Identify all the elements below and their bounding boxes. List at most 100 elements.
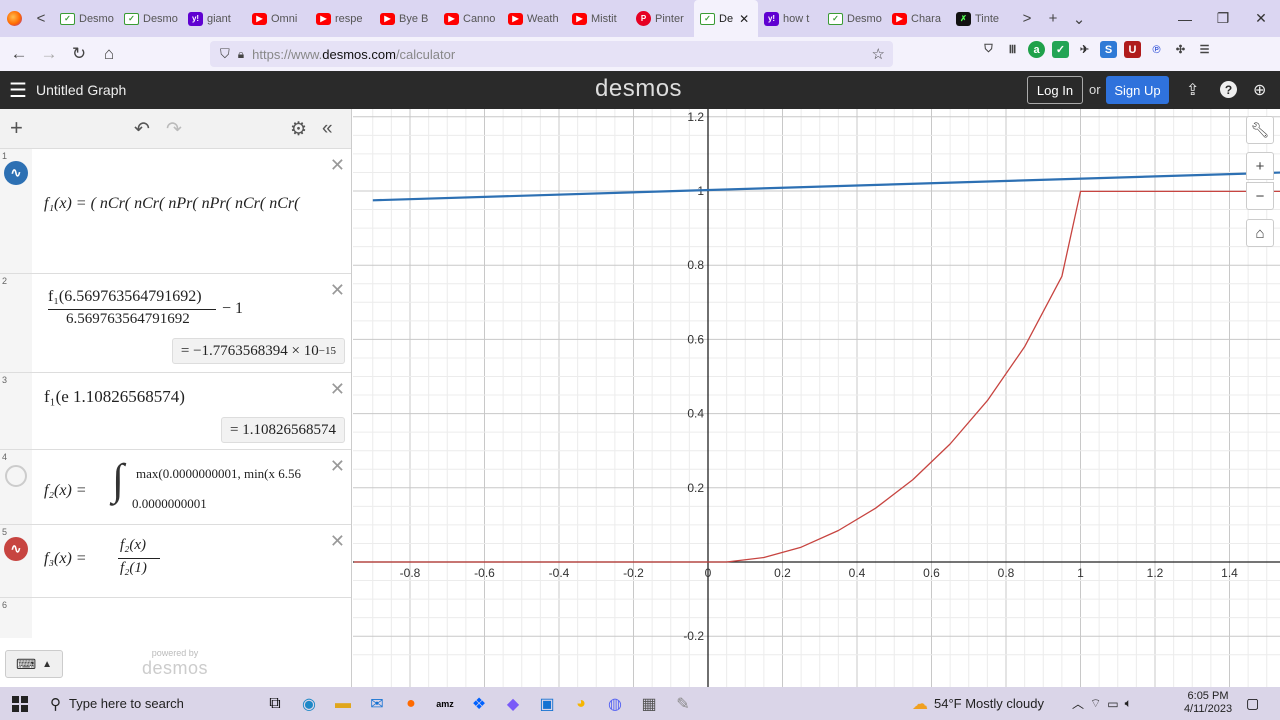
store-icon[interactable]: ▣: [530, 687, 564, 720]
browser-tab[interactable]: ▶ Bye B: [374, 0, 438, 37]
browser-tab[interactable]: y! how t: [758, 0, 822, 37]
expression-row-2[interactable]: 2 f₁(6.569763564791692) 6.56976356479169…: [0, 274, 351, 373]
discord-icon[interactable]: ◍: [598, 687, 632, 720]
browser-tab[interactable]: ▶ Chara: [886, 0, 950, 37]
add-item-icon[interactable]: +: [10, 115, 23, 141]
battery-icon[interactable]: ▭: [1107, 697, 1118, 711]
default-viewport-icon[interactable]: ⌂: [1246, 219, 1274, 247]
delete-expression-icon[interactable]: ✕: [330, 155, 345, 176]
chevron-up-icon[interactable]: ︿: [1072, 695, 1084, 712]
check-extension-icon[interactable]: ✓: [1052, 41, 1069, 58]
dropbox-icon[interactable]: ❖: [462, 687, 496, 720]
task-view-icon[interactable]: ⧉: [258, 687, 292, 720]
browser-tab[interactable]: ▶ Omni: [246, 0, 310, 37]
or-label: or: [1089, 82, 1101, 97]
amazon-icon[interactable]: amz: [428, 687, 462, 720]
browser-tab[interactable]: ▶ Canno: [438, 0, 502, 37]
log-in-button[interactable]: Log In: [1027, 76, 1083, 104]
url-bar[interactable]: ⛉ 🔒︎ https://www. desmos.com/calculator ☆: [210, 41, 893, 67]
menu-icon[interactable]: ☰: [0, 78, 36, 103]
expression-row-4[interactable]: 4 f₂(x) = ∫ max(0.0000000001, min(x 6.56…: [0, 450, 351, 525]
settings-gear-icon[interactable]: ⚙: [290, 118, 307, 141]
graph-title[interactable]: Untitled Graph: [36, 82, 126, 98]
file-explorer-icon[interactable]: ▬: [326, 687, 360, 720]
browser-tab[interactable]: ▶ Mistit: [566, 0, 630, 37]
network-icon[interactable]: ⌔: [1090, 696, 1101, 711]
collapse-panel-icon[interactable]: «: [322, 118, 333, 140]
wave-icon[interactable]: ∿: [4, 537, 28, 561]
mail-icon[interactable]: ✉: [360, 687, 394, 720]
p-extension-icon[interactable]: ℗: [1148, 41, 1165, 58]
wrench-icon[interactable]: 🔧︎: [1246, 116, 1274, 144]
hidden-circle-icon[interactable]: [5, 465, 27, 487]
browser-tab[interactable]: ▶ respe: [310, 0, 374, 37]
browser-tab[interactable]: ✗ Tinte: [950, 0, 1014, 37]
calculator-icon[interactable]: ▦: [632, 687, 666, 720]
browser-tab[interactable]: ✓ Desmo: [822, 0, 886, 37]
window-close-button[interactable]: ✕: [1242, 10, 1280, 27]
paint-icon[interactable]: ✎: [666, 687, 700, 720]
youtube-favicon-icon: ▶: [508, 12, 523, 25]
browser-tab[interactable]: ✓ De ✕: [694, 0, 758, 37]
keypad-toggle-button[interactable]: ⌨ ▲: [5, 650, 63, 678]
new-tab-button[interactable]: +: [1040, 10, 1066, 27]
taskbar-clock[interactable]: 6:05 PM 4/11/2023: [1178, 690, 1238, 716]
ublock-icon[interactable]: U: [1124, 41, 1141, 58]
windows-start-icon[interactable]: [0, 695, 40, 712]
expression-row-5[interactable]: 5 ∿ f₃(x) = f₂(x) f₂(1) ✕: [0, 525, 351, 598]
wave-icon[interactable]: ∿: [4, 161, 28, 185]
app-icon[interactable]: ◆: [496, 687, 530, 720]
browser-tab[interactable]: ▶ Weath: [502, 0, 566, 37]
graph-paper[interactable]: -0.8 -0.6 -0.4 -0.2 0 0.2 0.4 0.6 0.8 1 1.2 1.4 -0.2…: [353, 109, 1280, 687]
sign-up-button[interactable]: Sign Up: [1106, 76, 1169, 104]
norton-icon[interactable]: ◕: [564, 687, 598, 720]
browser-tab[interactable]: y! giant: [182, 0, 246, 37]
minimize-button[interactable]: —: [1166, 11, 1204, 27]
weather-text[interactable]: 54°F Mostly cloudy: [934, 696, 1044, 711]
tab-scroll-right-button[interactable]: >: [1014, 10, 1040, 27]
back-arrow-icon[interactable]: ←: [4, 44, 34, 64]
reload-icon[interactable]: ↻: [64, 44, 94, 64]
s-extension-icon[interactable]: S: [1100, 41, 1117, 58]
notification-icon[interactable]: ▢: [1246, 695, 1259, 712]
bookmark-star-icon[interactable]: ☆: [872, 45, 885, 63]
restore-button[interactable]: ❐: [1204, 10, 1242, 27]
expression-row-1[interactable]: 1 ∿ f₁(x) = ( nCr( nCr( nPr( nPr( nCr( n…: [0, 149, 351, 274]
firefox-menu-icon[interactable]: [0, 0, 28, 37]
undo-icon[interactable]: ↶: [134, 118, 150, 141]
help-icon[interactable]: ?: [1220, 81, 1237, 98]
redo-icon[interactable]: ↷: [166, 118, 182, 141]
zoom-out-icon[interactable]: −: [1246, 182, 1274, 210]
browser-tab[interactable]: ✓ Desmo: [118, 0, 182, 37]
delete-expression-icon[interactable]: ✕: [330, 531, 345, 552]
extension-icon[interactable]: ✈: [1076, 41, 1093, 58]
taskbar-search-box[interactable]: ⚲ Type here to search: [40, 687, 258, 720]
tab-scroll-left-button[interactable]: <: [28, 10, 54, 27]
delete-expression-icon[interactable]: ✕: [330, 379, 345, 400]
tab-label: Omni: [271, 12, 298, 25]
expression-row-6[interactable]: 6: [0, 598, 351, 638]
puzzle-icon[interactable]: ✣: [1172, 41, 1189, 58]
share-icon[interactable]: ⇪: [1186, 80, 1199, 100]
globe-icon[interactable]: ⊕: [1253, 80, 1266, 100]
app-menu-icon[interactable]: ☰: [1196, 41, 1213, 58]
pocket-icon[interactable]: ⛉: [980, 41, 997, 58]
firefox-taskbar-icon[interactable]: ●: [394, 687, 428, 720]
windows-taskbar: ⚲ Type here to search ⧉ ◉ ▬ ✉ ● amz ❖ ◆ ▣…: [0, 687, 1280, 720]
browser-tab[interactable]: P Pinter: [630, 0, 694, 37]
delete-expression-icon[interactable]: ✕: [330, 456, 345, 477]
graph-canvas[interactable]: -0.8 -0.6 -0.4 -0.2 0 0.2 0.4 0.6 0.8 1 1.2 1.4 -0.2…: [353, 109, 1280, 687]
list-tabs-button[interactable]: ⌄: [1066, 10, 1092, 28]
amazon-assistant-icon[interactable]: a: [1028, 41, 1045, 58]
edge-icon[interactable]: ◉: [292, 687, 326, 720]
home-icon[interactable]: ⌂: [94, 44, 124, 64]
delete-expression-icon[interactable]: ✕: [330, 280, 345, 301]
powered-by-desmos[interactable]: powered by desmos: [142, 648, 208, 679]
forward-arrow-icon[interactable]: →: [34, 44, 64, 64]
expression-row-3[interactable]: 3 f₁(e 1.10826568574) = 1.10826568574 ✕: [0, 373, 351, 450]
zoom-in-icon[interactable]: +: [1246, 152, 1274, 180]
volume-icon[interactable]: 🔈︎: [1125, 696, 1132, 711]
browser-tab[interactable]: ✓ Desmo: [54, 0, 118, 37]
tab-close-icon[interactable]: ✕: [739, 12, 749, 26]
library-icon[interactable]: Ⅲ: [1004, 41, 1021, 58]
